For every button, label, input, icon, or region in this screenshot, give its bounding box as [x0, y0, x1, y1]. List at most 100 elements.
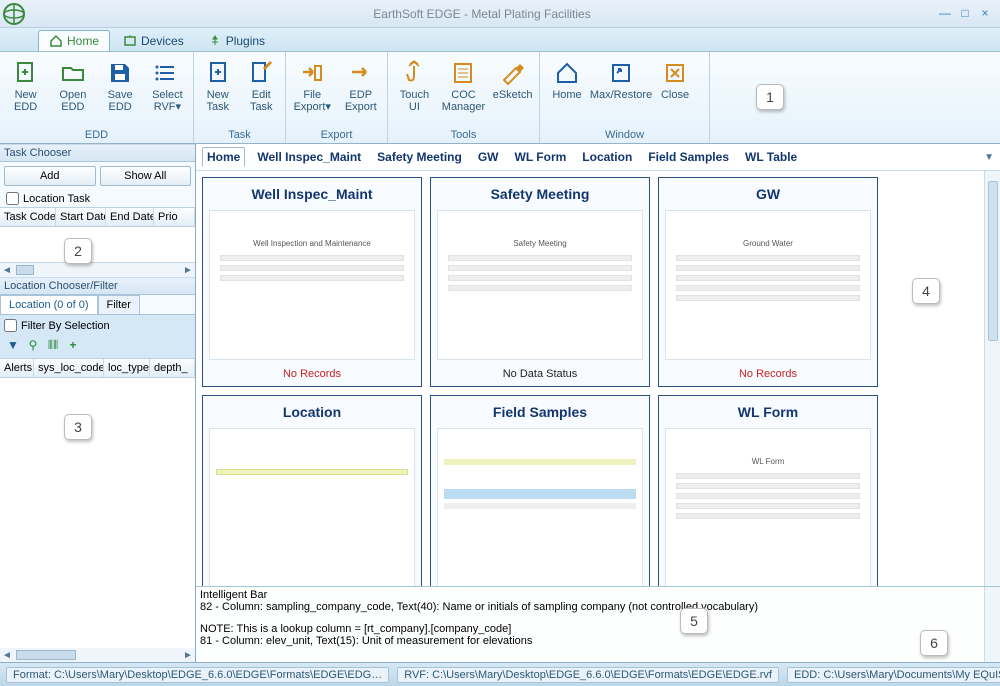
tab-overflow-icon[interactable]: ▼	[984, 152, 994, 163]
doctab-well[interactable]: Well Inspec_Maint	[253, 148, 365, 166]
esketch-button[interactable]: eSketch	[488, 54, 537, 114]
touch-icon	[400, 59, 428, 87]
tile-preview: WL Form	[665, 428, 871, 586]
subtab-filter[interactable]: Filter	[98, 295, 140, 314]
col-sys-loc-code[interactable]: sys_loc_code	[34, 359, 104, 377]
callout-3: 3	[64, 414, 92, 440]
scroll-left-icon[interactable]: ◄	[0, 265, 14, 276]
tile-preview: Safety Meeting	[437, 210, 643, 360]
doctab-safety[interactable]: Safety Meeting	[373, 148, 466, 166]
minimize-button[interactable]: —	[936, 7, 954, 21]
coc-manager-button[interactable]: COC Manager	[439, 54, 488, 114]
callout-6: 6	[920, 630, 948, 656]
task-grid-body[interactable]	[0, 227, 195, 263]
callout-1: 1	[756, 84, 784, 110]
tile-safety-meeting[interactable]: Safety Meeting Safety Meeting No Data St…	[430, 177, 650, 387]
tile-location[interactable]: Location	[202, 395, 422, 586]
app-logo-icon	[0, 0, 28, 28]
tile-field-samples[interactable]: Field Samples	[430, 395, 650, 586]
doctab-field[interactable]: Field Samples	[644, 148, 733, 166]
tile-wl-form[interactable]: WL Form WL Form	[658, 395, 878, 586]
save-icon	[106, 59, 134, 87]
home-icon	[49, 34, 63, 48]
tile-title: Well Inspec_Maint	[203, 178, 421, 206]
doctab-wlform[interactable]: WL Form	[511, 148, 571, 166]
tab-plugins-label: Plugins	[226, 34, 265, 48]
tile-preview	[437, 428, 643, 586]
touch-ui-button[interactable]: Touch UI	[390, 54, 439, 114]
ribbon-group-export: File Export▾ EDP Export Export	[286, 52, 388, 143]
main-area: Home Well Inspec_Maint Safety Meeting GW…	[196, 144, 1000, 662]
tile-gw[interactable]: GW Ground Water No Records	[658, 177, 878, 387]
subtab-location[interactable]: Location (0 of 0)	[0, 295, 98, 314]
barcode-icon[interactable]: ⦀⦀	[46, 338, 60, 352]
status-bar: Format: C:\Users\Mary\Desktop\EDGE_6.6.0…	[0, 662, 1000, 686]
ribbon-group-export-label: Export	[288, 128, 385, 143]
tab-plugins[interactable]: Plugins	[197, 30, 276, 51]
maximize-button[interactable]: □	[956, 7, 974, 21]
window-home-icon	[553, 59, 581, 87]
window-close-button[interactable]: Close	[650, 54, 700, 114]
tile-status: No Data Status	[431, 364, 649, 386]
vscroll-thumb[interactable]	[988, 181, 998, 341]
tab-home[interactable]: Home	[38, 30, 110, 51]
edit-task-button[interactable]: Edit Task	[240, 54, 284, 114]
select-rvf-button[interactable]: Select RVF▾	[144, 54, 191, 114]
tile-preview: Well Inspection and Maintenance	[209, 210, 415, 360]
window-home-button[interactable]: Home	[542, 54, 592, 114]
col-end-date[interactable]: End Date	[106, 208, 154, 226]
close-window-button[interactable]: ×	[976, 7, 994, 21]
plugins-icon	[208, 34, 222, 48]
save-edd-button[interactable]: Save EDD	[97, 54, 144, 114]
task-showall-button[interactable]: Show All	[100, 166, 192, 186]
filter-by-selection-checkbox[interactable]	[4, 319, 17, 332]
doctab-location[interactable]: Location	[578, 148, 636, 166]
open-folder-icon	[59, 59, 87, 87]
tab-devices[interactable]: Devices	[112, 30, 195, 51]
tile-well-inspec[interactable]: Well Inspec_Maint Well Inspection and Ma…	[202, 177, 422, 387]
max-restore-button[interactable]: Max/Restore	[592, 54, 650, 114]
new-edd-button[interactable]: New EDD	[2, 54, 49, 114]
max-restore-icon	[607, 59, 635, 87]
intelligent-bar-vscroll[interactable]	[984, 587, 1000, 662]
doctab-home[interactable]: Home	[202, 147, 245, 167]
file-export-button[interactable]: File Export▾	[288, 54, 337, 114]
col-alerts[interactable]: Alerts	[0, 359, 34, 377]
document-tabs: Home Well Inspec_Maint Safety Meeting GW…	[196, 144, 1000, 171]
devices-icon	[123, 34, 137, 48]
location-grid-body[interactable]	[0, 378, 195, 648]
col-priority[interactable]: Prio	[154, 208, 195, 226]
edp-export-button[interactable]: EDP Export	[337, 54, 386, 114]
scroll-right-icon[interactable]: ►	[181, 650, 195, 661]
col-task-code[interactable]: Task Code	[0, 208, 56, 226]
filter-by-selection-label: Filter By Selection	[21, 320, 110, 332]
doctab-gw[interactable]: GW	[474, 148, 503, 166]
add-icon[interactable]: +	[66, 338, 80, 352]
callout-4: 4	[912, 278, 940, 304]
col-depth[interactable]: depth_	[150, 359, 195, 377]
tiles-vscroll[interactable]	[984, 171, 1000, 586]
scroll-thumb[interactable]	[16, 265, 34, 275]
tab-home-label: Home	[67, 34, 99, 48]
scroll-right-icon[interactable]: ►	[181, 265, 195, 276]
ribbon: New EDD Open EDD Save EDD Select RVF▾ ED…	[0, 52, 1000, 144]
map-pin-icon[interactable]: ⚲	[26, 338, 40, 352]
coc-icon	[449, 59, 477, 87]
location-task-checkbox[interactable]	[6, 192, 19, 205]
new-file-icon	[12, 59, 40, 87]
task-chooser-title: Task Chooser	[0, 144, 195, 162]
col-start-date[interactable]: Start Date	[56, 208, 106, 226]
doctab-wltable[interactable]: WL Table	[741, 148, 801, 166]
location-grid-hscroll[interactable]: ◄ ►	[0, 648, 195, 662]
scroll-thumb[interactable]	[16, 650, 76, 660]
scroll-left-icon[interactable]: ◄	[0, 650, 14, 661]
task-grid-hscroll[interactable]: ◄ ►	[0, 263, 195, 277]
status-edd: EDD: C:\Users\Mary\Documents\My EQuIS Wo…	[787, 667, 1000, 683]
task-add-button[interactable]: Add	[4, 166, 96, 186]
ribbon-group-edd-label: EDD	[2, 128, 191, 143]
open-edd-button[interactable]: Open EDD	[49, 54, 96, 114]
funnel-icon[interactable]: ▼	[6, 338, 20, 352]
new-task-button[interactable]: New Task	[196, 54, 240, 114]
col-loc-type[interactable]: loc_type	[104, 359, 150, 377]
tab-devices-label: Devices	[141, 34, 184, 48]
